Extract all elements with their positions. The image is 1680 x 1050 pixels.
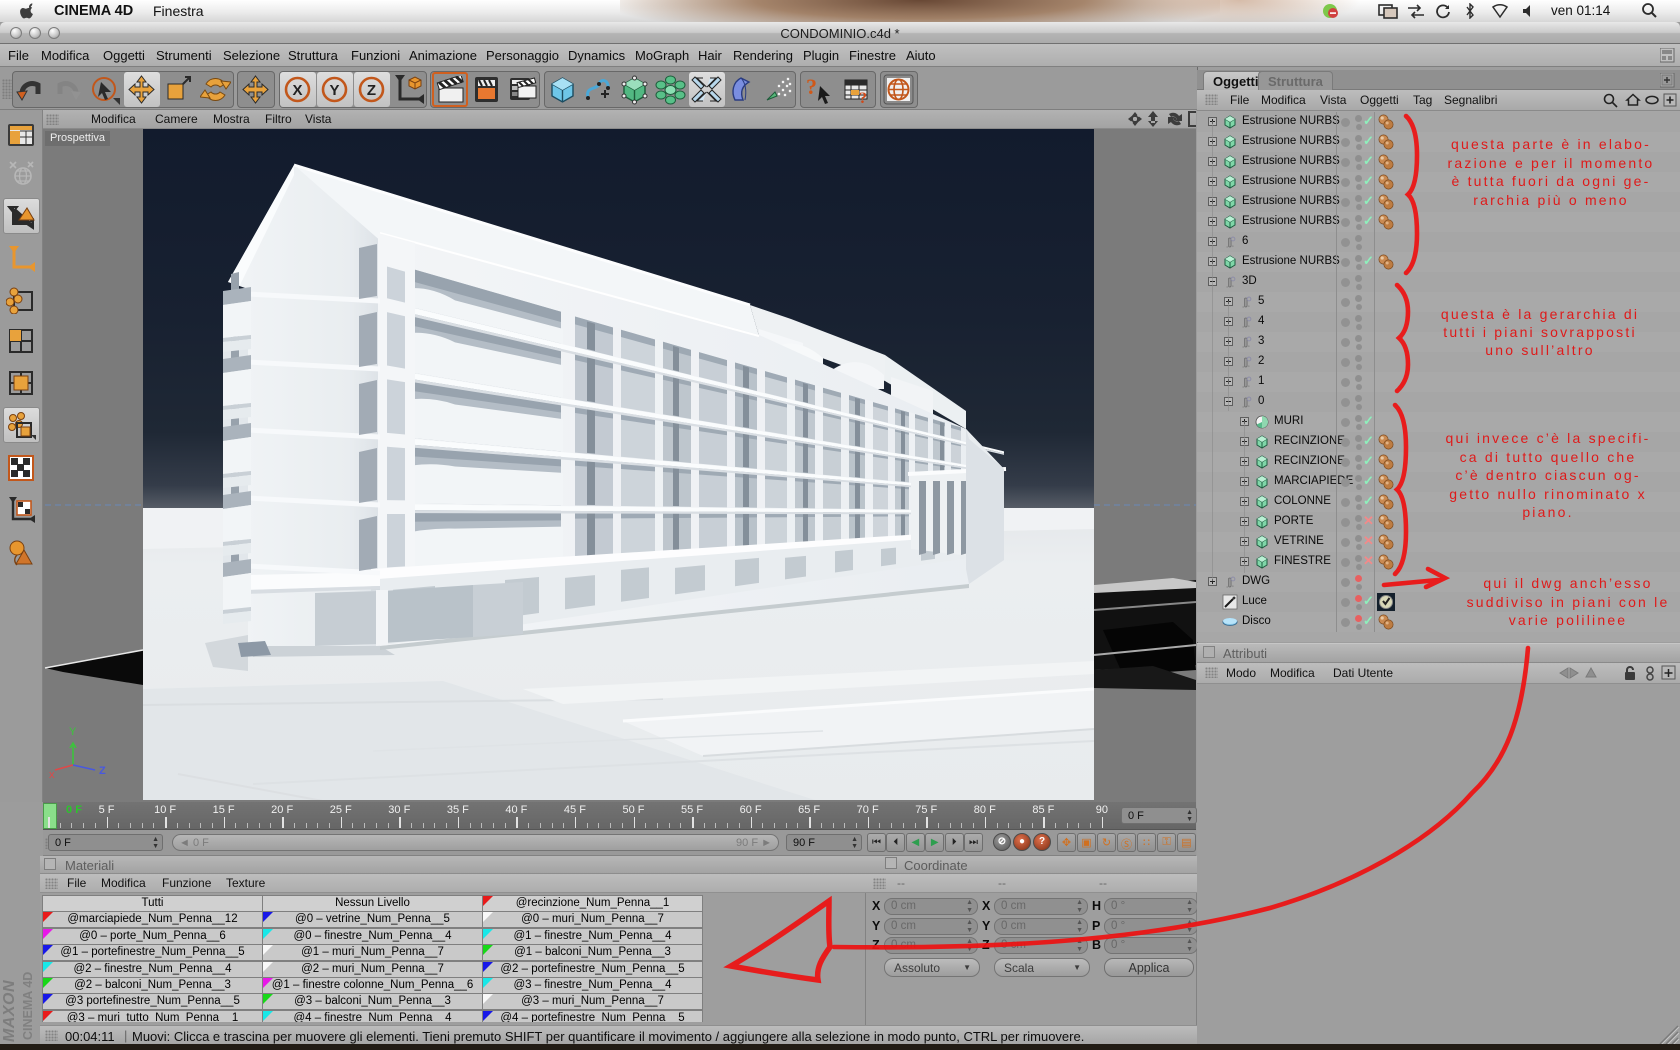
svg-text:?: ? (859, 90, 867, 105)
svg-text:Z: Z (367, 82, 376, 99)
svg-text:X: X (292, 82, 302, 99)
svg-text:Y: Y (329, 82, 339, 99)
svg-text:?: ? (806, 74, 817, 99)
